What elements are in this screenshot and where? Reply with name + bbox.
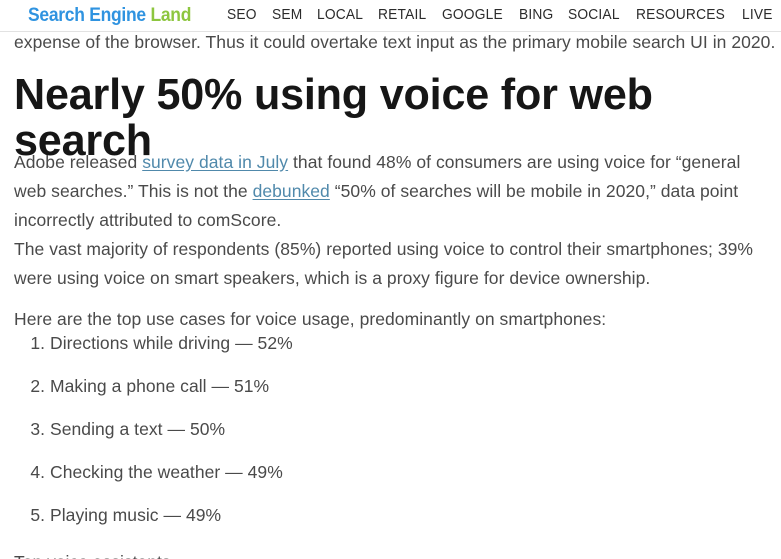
main-navigation: SEO SEM LOCAL RETAIL GOOGLE BING SOCIAL … [227, 8, 781, 23]
logo-word-land: Land [150, 5, 192, 26]
next-section-text: Top voice assistants [14, 552, 314, 559]
use-cases-list: Directions while driving — 52% Making a … [14, 331, 750, 546]
paragraph-adobe-survey: Adobe released survey data in July that … [14, 148, 758, 235]
nav-item-live[interactable]: LIVE [742, 8, 773, 23]
next-section-clipped: Top voice assistants [14, 552, 314, 559]
previous-paragraph-clipped: expense of the browser. Thus it could ov… [14, 32, 776, 52]
logo-word-search: Search [28, 5, 85, 26]
link-debunked[interactable]: debunked [253, 181, 330, 201]
nav-item-social[interactable]: SOCIAL [568, 8, 620, 23]
nav-item-bing[interactable]: BING [519, 8, 553, 23]
nav-item-local[interactable]: LOCAL [317, 8, 363, 23]
nav-item-resources[interactable]: RESOURCES [636, 8, 725, 23]
paragraph-use-cases-intro: Here are the top use cases for voice usa… [14, 308, 607, 329]
nav-item-google[interactable]: GOOGLE [442, 8, 503, 23]
nav-item-seo[interactable]: SEO [227, 8, 257, 23]
list-item: Directions while driving — 52% [50, 331, 750, 355]
list-item: Playing music — 49% [50, 503, 750, 527]
nav-item-retail[interactable]: RETAIL [378, 8, 426, 23]
list-item: Making a phone call — 51% [50, 374, 750, 398]
link-survey-data-in-july[interactable]: survey data in July [142, 152, 288, 172]
paragraph-text-a: Adobe released [14, 151, 143, 172]
list-item: Checking the weather — 49% [50, 460, 750, 484]
logo-word-engine: Engine [89, 5, 146, 26]
site-logo[interactable]: Search Engine Land [28, 6, 191, 25]
paragraph-respondents: The vast majority of respondents (85%) r… [14, 238, 754, 288]
site-header: Search Engine Land SEO SEM LOCAL RETAIL … [0, 0, 781, 32]
list-item: Sending a text — 50% [50, 417, 750, 441]
nav-item-sem[interactable]: SEM [272, 8, 302, 23]
